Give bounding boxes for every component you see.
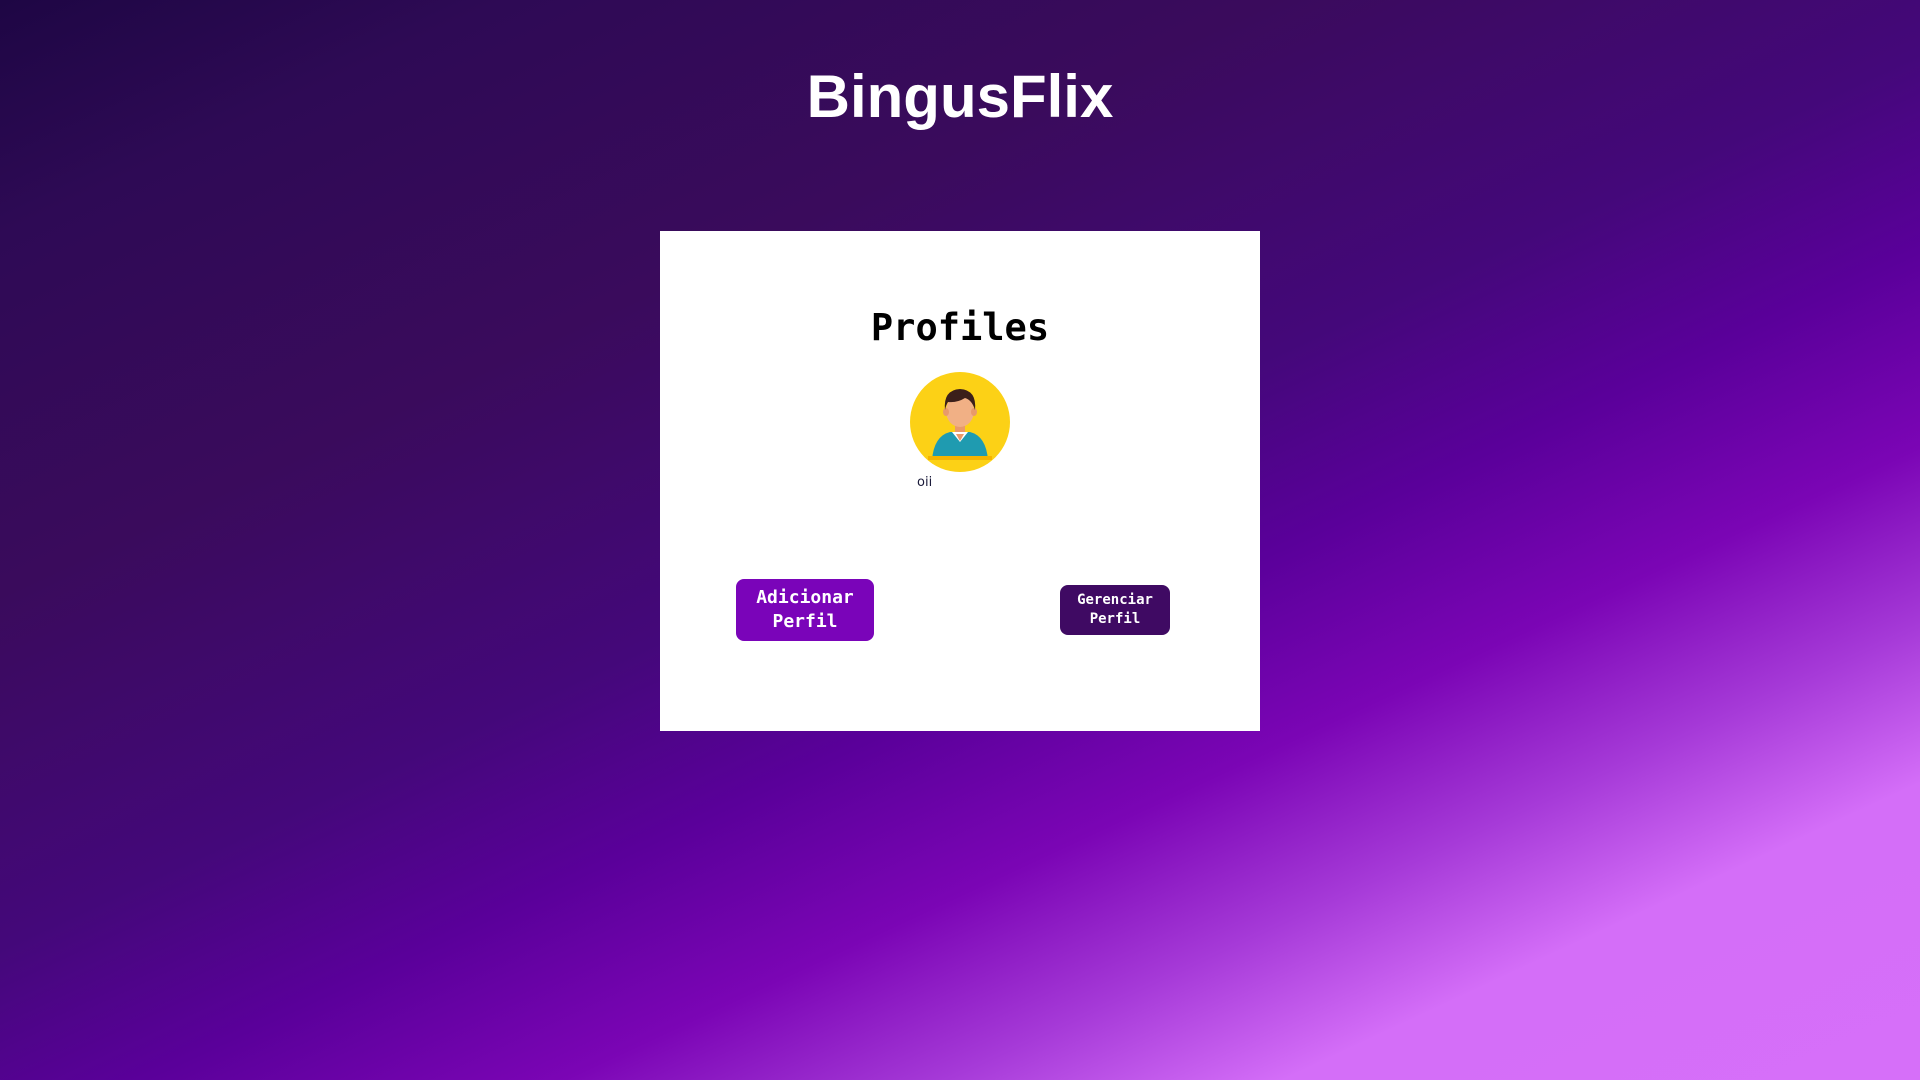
profile-name[interactable]: oii	[917, 475, 932, 490]
add-profile-button[interactable]: Adicionar Perfil	[736, 579, 874, 641]
app-title: BingusFlix	[806, 63, 1114, 130]
profiles-title: Profiles	[870, 306, 1050, 349]
person-avatar-icon[interactable]	[910, 372, 1010, 472]
profile-item[interactable]: oii	[910, 372, 1010, 490]
profiles-card: Profiles oii Adicionar Perfil Gerenciar …	[660, 231, 1260, 731]
manage-profile-button[interactable]: Gerenciar Perfil	[1060, 585, 1170, 635]
